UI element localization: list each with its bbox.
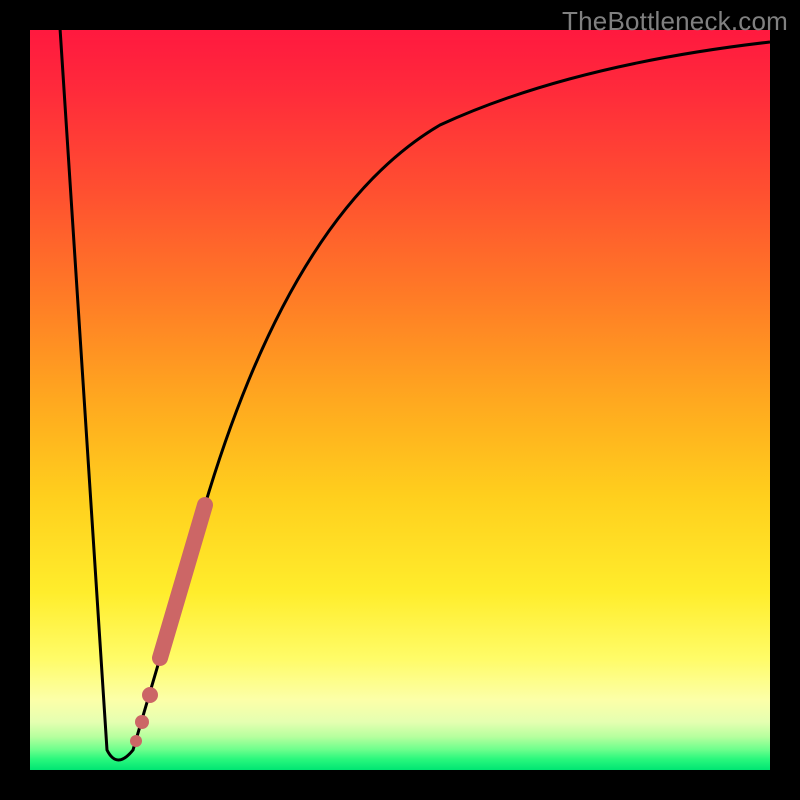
- plot-area: [30, 30, 770, 770]
- chart-svg: [30, 30, 770, 770]
- highlight-dot: [130, 735, 142, 747]
- watermark-text: TheBottleneck.com: [562, 6, 788, 37]
- highlight-dot: [135, 715, 149, 729]
- chart-frame: TheBottleneck.com: [0, 0, 800, 800]
- highlight-dot: [142, 687, 158, 703]
- highlight-segment: [160, 505, 205, 658]
